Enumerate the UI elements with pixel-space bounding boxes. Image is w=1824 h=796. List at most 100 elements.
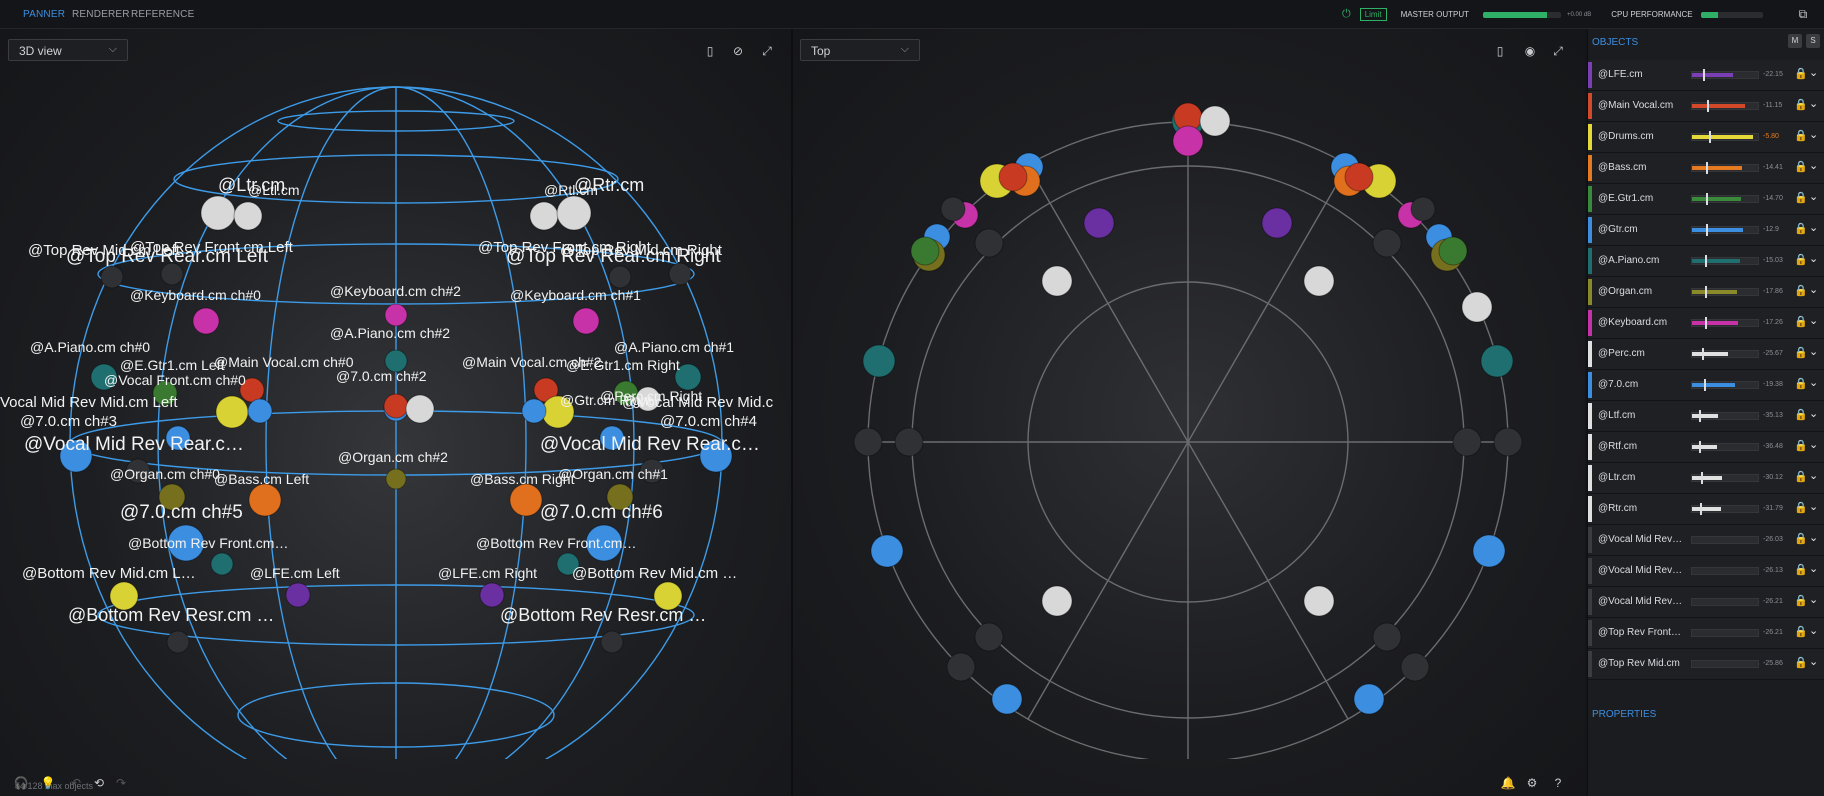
object-gain-slider[interactable]: [1691, 255, 1759, 267]
object-ball-top[interactable]: [1344, 162, 1374, 192]
object-gain-slider[interactable]: [1691, 162, 1759, 174]
object-row[interactable]: @Rtf.cm -36.48 🔒 ⌄: [1588, 432, 1824, 463]
object-gain-slider[interactable]: [1691, 660, 1759, 668]
object-ball-top[interactable]: [910, 236, 940, 266]
object-row[interactable]: @Ltf.cm -35.13 🔒 ⌄: [1588, 401, 1824, 432]
object-ball-top[interactable]: [974, 228, 1004, 258]
tab-renderer[interactable]: RENDERER: [72, 9, 130, 20]
object-ball-top[interactable]: [1261, 207, 1293, 239]
lock-icon[interactable]: 🔒: [1794, 470, 1808, 483]
object-gain-slider[interactable]: [1691, 567, 1759, 575]
object-row[interactable]: @LFE.cm -22.15 🔒 ⌄: [1588, 60, 1824, 91]
view-mode-select-right[interactable]: Top ⌵: [800, 39, 920, 61]
chevron-down-icon[interactable]: ⌄: [1809, 624, 1818, 637]
object-row[interactable]: @Drums.cm -5.80 🔒 ⌄: [1588, 122, 1824, 153]
solo-all-button[interactable]: S: [1806, 34, 1820, 48]
chevron-down-icon[interactable]: ⌄: [1809, 190, 1818, 203]
lock-icon[interactable]: 🔒: [1794, 408, 1808, 421]
object-row[interactable]: @Top Rev Front… -26.21 🔒 ⌄: [1588, 618, 1824, 649]
object-ball-top[interactable]: [1083, 207, 1115, 239]
power-icon[interactable]: ⏻: [1342, 8, 1351, 21]
lock-icon[interactable]: 🔒: [1794, 98, 1808, 111]
undo-icon[interactable]: ↶: [68, 775, 84, 791]
3d-view-panel[interactable]: 3D view ⌵ ▯ ⊘ ⤢ @Ltr.cm @Ltl.cm @Rtl.cm @Rt…: [0, 29, 791, 796]
object-row[interactable]: @Gtr.cm -12.9 🔒 ⌄: [1588, 215, 1824, 246]
object-ball-top[interactable]: [1353, 683, 1385, 715]
object-ball-top[interactable]: [1438, 236, 1468, 266]
lock-icon[interactable]: 🔒: [1794, 625, 1808, 638]
object-ball-top[interactable]: [1452, 427, 1482, 457]
bell-icon[interactable]: 🔔: [1500, 775, 1516, 791]
expand-icon[interactable]: ⤢: [1550, 43, 1566, 59]
headphones-icon[interactable]: 🎧: [13, 775, 29, 791]
object-ball-top[interactable]: [1199, 105, 1231, 137]
object-ball-top[interactable]: [1400, 652, 1430, 682]
object-row[interactable]: @A.Piano.cm -15.03 🔒 ⌄: [1588, 246, 1824, 277]
lock-icon[interactable]: 🔒: [1794, 253, 1808, 266]
lock-icon[interactable]: 🔒: [1794, 160, 1808, 173]
popout-icon[interactable]: ⧉: [1799, 7, 1808, 22]
lock-icon[interactable]: 🔒: [1794, 315, 1808, 328]
object-ball-top[interactable]: [998, 162, 1028, 192]
object-row[interactable]: @Rtr.cm -31.79 🔒 ⌄: [1588, 494, 1824, 525]
object-ball-top[interactable]: [1472, 534, 1506, 568]
object-row[interactable]: @Top Rev Mid.cm -25.86 🔒 ⌄: [1588, 649, 1824, 680]
object-ball-3d[interactable]: [385, 468, 407, 490]
object-ball-top[interactable]: [1480, 344, 1514, 378]
object-gain-slider[interactable]: [1691, 317, 1759, 329]
lock-icon[interactable]: 🔒: [1794, 439, 1808, 452]
redo-icon[interactable]: ↷: [113, 775, 129, 791]
chevron-down-icon[interactable]: ⌄: [1809, 66, 1818, 79]
object-ball-3d[interactable]: [285, 582, 311, 608]
tab-reference[interactable]: REFERENCE: [131, 9, 194, 20]
object-ball-top[interactable]: [1372, 228, 1402, 258]
help-icon[interactable]: ?: [1550, 775, 1566, 791]
lock-icon[interactable]: 🔒: [1794, 377, 1808, 390]
object-gain-slider[interactable]: [1691, 286, 1759, 298]
object-ball-top[interactable]: [862, 344, 896, 378]
lock-icon[interactable]: 🔒: [1794, 594, 1808, 607]
object-gain-slider[interactable]: [1691, 193, 1759, 205]
object-row[interactable]: @Perc.cm -25.67 🔒 ⌄: [1588, 339, 1824, 370]
chevron-down-icon[interactable]: ⌄: [1809, 128, 1818, 141]
object-ball-top[interactable]: [894, 427, 924, 457]
object-ball-top[interactable]: [1410, 196, 1436, 222]
object-gain-slider[interactable]: [1691, 410, 1759, 422]
eye-icon[interactable]: ◉: [1522, 43, 1538, 59]
object-ball-3d[interactable]: [556, 195, 592, 231]
speaker-icon[interactable]: ▯: [702, 43, 718, 59]
object-ball-top[interactable]: [991, 683, 1023, 715]
object-ball-top[interactable]: [946, 652, 976, 682]
top-view-circle[interactable]: [793, 59, 1585, 759]
lock-icon[interactable]: 🔒: [1794, 346, 1808, 359]
object-ball-3d[interactable]: [405, 394, 435, 424]
speaker-icon[interactable]: ▯: [1492, 43, 1508, 59]
chevron-down-icon[interactable]: ⌄: [1809, 655, 1818, 668]
object-ball-top[interactable]: [1041, 585, 1073, 617]
view-mode-select-left[interactable]: 3D view ⌵: [8, 39, 128, 61]
object-ball-3d[interactable]: [233, 201, 263, 231]
object-row[interactable]: @Ltr.cm -30.12 🔒 ⌄: [1588, 463, 1824, 494]
object-row[interactable]: @7.0.cm -19.38 🔒 ⌄: [1588, 370, 1824, 401]
lock-icon[interactable]: 🔒: [1794, 563, 1808, 576]
eye-off-icon[interactable]: ⊘: [730, 43, 746, 59]
object-ball-3d[interactable]: [600, 630, 624, 654]
lock-icon[interactable]: 🔒: [1794, 501, 1808, 514]
object-ball-3d[interactable]: [100, 265, 124, 289]
object-gain-slider[interactable]: [1691, 348, 1759, 360]
lock-icon[interactable]: 🔒: [1794, 191, 1808, 204]
chevron-down-icon[interactable]: ⌄: [1809, 500, 1818, 513]
chevron-down-icon[interactable]: ⌄: [1809, 469, 1818, 482]
object-gain-slider[interactable]: [1691, 131, 1759, 143]
object-ball-3d[interactable]: [166, 630, 190, 654]
chevron-down-icon[interactable]: ⌄: [1809, 283, 1818, 296]
gear-icon[interactable]: ⚙: [1524, 775, 1540, 791]
chevron-down-icon[interactable]: ⌄: [1809, 376, 1818, 389]
object-row[interactable]: @Keyboard.cm -17.26 🔒 ⌄: [1588, 308, 1824, 339]
object-gain-slider[interactable]: [1691, 69, 1759, 81]
chevron-down-icon[interactable]: ⌄: [1809, 407, 1818, 420]
object-ball-3d[interactable]: [200, 195, 236, 231]
object-ball-top[interactable]: [974, 622, 1004, 652]
object-gain-slider[interactable]: [1691, 441, 1759, 453]
3d-sphere-view[interactable]: @Ltr.cm@Ltl.cm @Rtl.cm@Rtr.cm@Top Rev Mid…: [0, 59, 791, 759]
